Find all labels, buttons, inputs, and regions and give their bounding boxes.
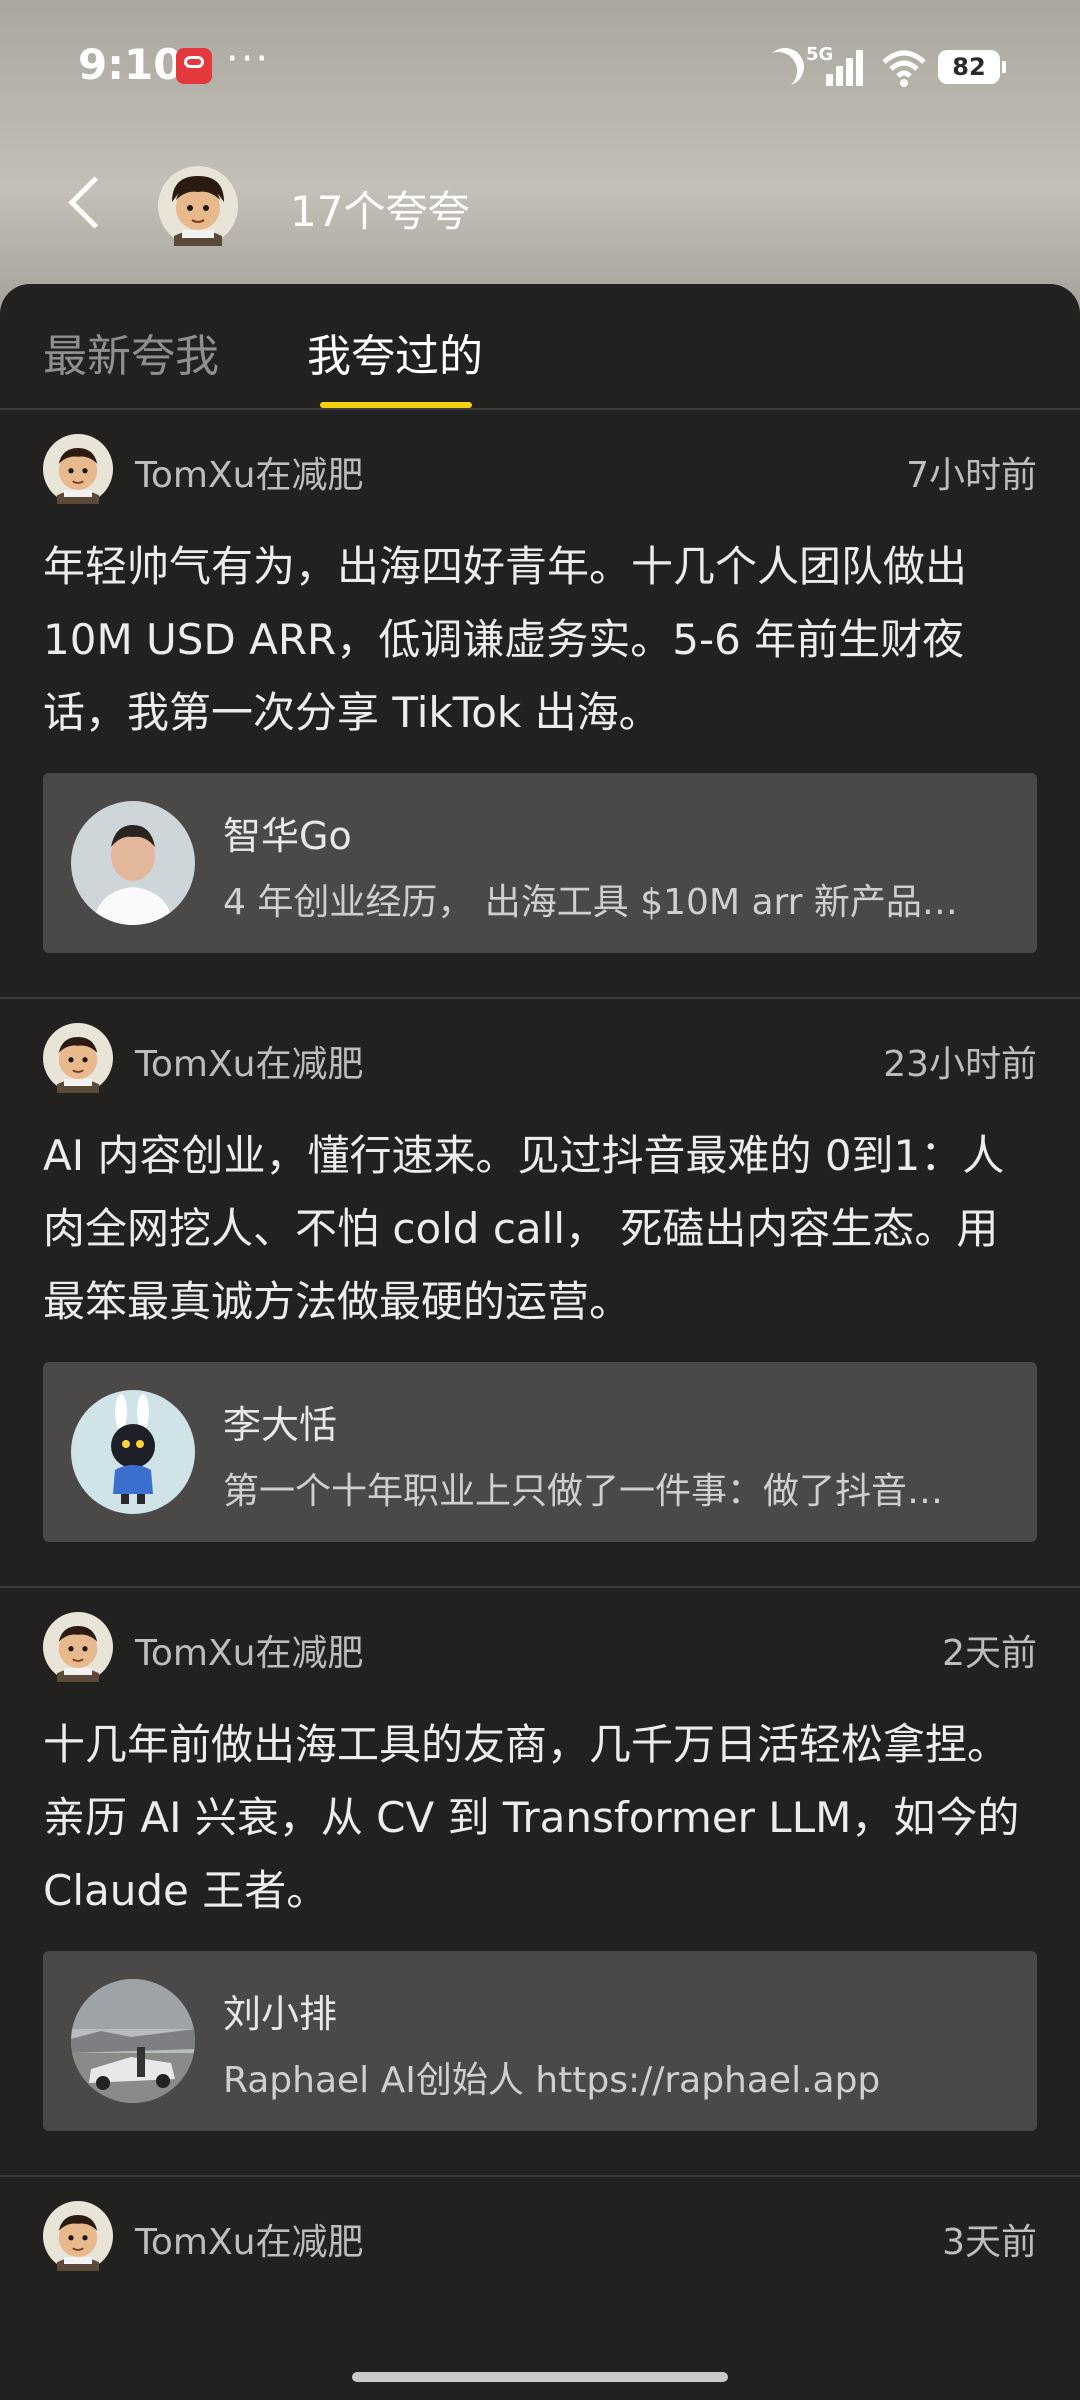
author-avatar[interactable]	[43, 434, 113, 504]
status-time: 9:10	[78, 40, 183, 89]
post-time: 2天前	[942, 1633, 1037, 1674]
list-item: TomXu在减肥 7小时前 年轻帅气有为，出海四好青年。十几个人团队做出 10M…	[0, 410, 1080, 999]
notification-app-icon	[176, 48, 212, 84]
wifi-icon	[882, 50, 926, 87]
page-title: 17个夸夸	[290, 187, 470, 236]
praised-user-bio: 第一个十年职业上只做了一件事：做了抖音…	[223, 1471, 944, 1512]
praise-text: 年轻帅气有为，出海四好青年。十几个人团队做出 10M USD ARR，低调谦虚务…	[43, 542, 968, 737]
tab-bar: 最新夸我 我夸过的	[0, 284, 1080, 410]
home-indicator[interactable]	[352, 2372, 728, 2382]
author-avatar[interactable]	[43, 1612, 113, 1682]
author-name[interactable]: TomXu在减肥	[135, 1624, 363, 1676]
praised-user-avatar	[71, 801, 195, 925]
post-time: 7小时前	[906, 455, 1037, 496]
signal-icon	[826, 50, 866, 86]
praised-user-avatar	[71, 1390, 195, 1514]
praised-user-card[interactable]: 刘小排 Raphael AI创始人 https://raphael.app	[43, 1951, 1037, 2131]
praised-user-name: 刘小排	[223, 1992, 338, 2036]
post-time: 3天前	[942, 2222, 1037, 2263]
praised-user-name: 李大恬	[223, 1403, 338, 1447]
tab-latest-praise[interactable]: 最新夸我	[43, 320, 219, 384]
praised-user-card[interactable]: 智华Go 4 年创业经历， 出海工具 $10M arr 新产品…	[43, 773, 1037, 953]
active-tab-indicator	[320, 402, 472, 408]
page-header: 17个夸夸	[0, 150, 1080, 260]
praised-user-name: 智华Go	[223, 814, 352, 858]
more-notifications-icon: ···	[226, 36, 271, 82]
praised-user-bio: 4 年创业经历， 出海工具 $10M arr 新产品…	[223, 882, 958, 923]
content-panel: 最新夸我 我夸过的 TomXu在减肥 7小时前 年轻帅气有为，出海四好青年。十几…	[0, 284, 1080, 2400]
praise-text: 十几年前做出海工具的友商，几千万日活轻松拿捏。亲历 AI 兴衰，从 CV 到 T…	[43, 1720, 1020, 1915]
tab-my-praises[interactable]: 我夸过的	[307, 320, 483, 384]
avatar[interactable]	[158, 166, 238, 246]
back-button[interactable]	[60, 172, 124, 236]
battery-icon: 82	[938, 50, 1006, 84]
praised-user-avatar	[71, 1979, 195, 2103]
praised-user-card[interactable]: 李大恬 第一个十年职业上只做了一件事：做了抖音…	[43, 1362, 1037, 1542]
list-item: TomXu在减肥 2天前 十几年前做出海工具的友商，几千万日活轻松拿捏。亲历 A…	[0, 1588, 1080, 2177]
status-bar: 9:10 ··· 5G 82	[0, 0, 1080, 130]
praise-text: AI 内容创业，懂行速来。见过抖音最难的 0到1：人肉全网挖人、不怕 cold …	[43, 1131, 1005, 1326]
post-time: 23小时前	[883, 1044, 1037, 1085]
praise-feed: TomXu在减肥 7小时前 年轻帅气有为，出海四好青年。十几个人团队做出 10M…	[0, 410, 1080, 2297]
author-name[interactable]: TomXu在减肥	[135, 446, 363, 498]
post-meta: TomXu在减肥 7小时前	[43, 410, 1037, 530]
post-meta: TomXu在减肥 2天前	[43, 1588, 1037, 1708]
do-not-disturb-icon	[759, 41, 811, 93]
post-meta: TomXu在减肥 3天前	[43, 2177, 1037, 2297]
author-name[interactable]: TomXu在减肥	[135, 2213, 363, 2265]
list-item: TomXu在减肥 3天前	[0, 2177, 1080, 2297]
list-item: TomXu在减肥 23小时前 AI 内容创业，懂行速来。见过抖音最难的 0到1：…	[0, 999, 1080, 1588]
post-meta: TomXu在减肥 23小时前	[43, 999, 1037, 1119]
praised-user-bio: Raphael AI创始人 https://raphael.app	[223, 2060, 881, 2101]
author-avatar[interactable]	[43, 1023, 113, 1093]
author-avatar[interactable]	[43, 2201, 113, 2271]
author-name[interactable]: TomXu在减肥	[135, 1035, 363, 1087]
